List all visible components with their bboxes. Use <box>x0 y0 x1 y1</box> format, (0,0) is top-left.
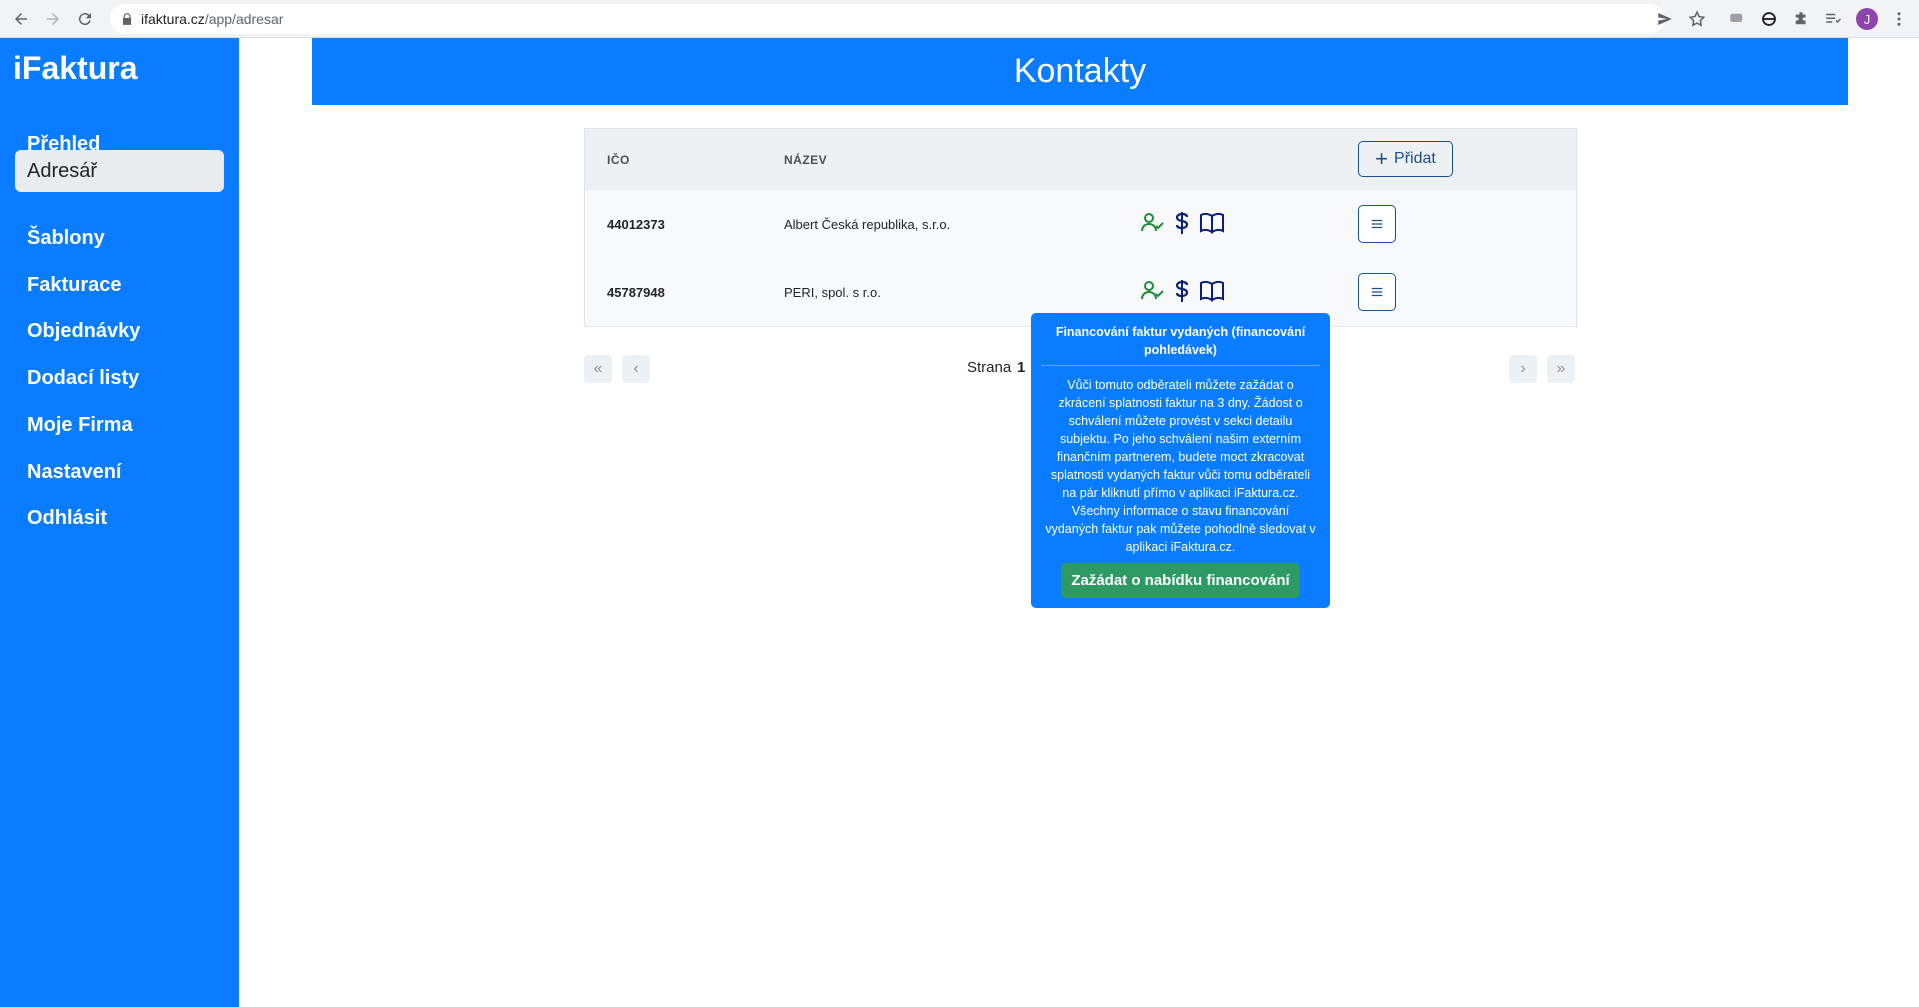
brand-logo[interactable]: iFaktura <box>13 50 137 87</box>
row-status-icons <box>1139 278 1225 304</box>
sidebar-item-objednavky[interactable]: Objednávky <box>15 310 224 352</box>
double-chevron-right-icon: » <box>1556 360 1566 377</box>
menu-icon <box>1371 287 1383 297</box>
sidebar-item-dodaci-listy[interactable]: Dodací listy <box>15 357 224 399</box>
row-ico: 44012373 <box>607 217 665 232</box>
sidebar-item-fakturace[interactable]: Fakturace <box>15 264 224 306</box>
tooltip-title: Financování faktur vydaných (financování… <box>1041 323 1320 366</box>
sidebar-item-moje-firma[interactable]: Moje Firma <box>15 404 224 446</box>
last-page-button[interactable]: » <box>1547 355 1575 383</box>
extension-sync-icon[interactable] <box>1759 9 1779 29</box>
bookmark-star-icon[interactable] <box>1687 9 1707 29</box>
reload-icon[interactable] <box>74 8 96 30</box>
forward-icon[interactable] <box>42 8 64 30</box>
sidebar-item-odhlasit[interactable]: Odhlásit <box>15 497 224 539</box>
sidebar-item-adresar[interactable]: Adresář <box>15 150 224 192</box>
first-page-button[interactable]: « <box>584 355 612 383</box>
extensions-puzzle-icon[interactable] <box>1791 9 1811 29</box>
current-page: 1 <box>1017 359 1026 376</box>
menu-icon <box>1371 219 1383 229</box>
url-text: ifaktura.cz/app/adresar <box>141 11 284 27</box>
plus-icon: + <box>1375 146 1389 171</box>
sidebar-item-nastaveni[interactable]: Nastavení <box>15 451 224 493</box>
address-bar[interactable]: ifaktura.cz/app/adresar <box>110 4 1665 34</box>
browser-menu-icon[interactable] <box>1889 9 1909 29</box>
user-check-icon[interactable] <box>1139 278 1165 304</box>
tooltip-body: Vůči tomuto odběrateli můžete zažádat o … <box>1045 378 1316 554</box>
extension-chat-icon[interactable] <box>1727 9 1747 29</box>
book-icon[interactable] <box>1199 210 1225 236</box>
reading-list-icon[interactable] <box>1823 9 1843 29</box>
chevron-right-icon: › <box>1520 360 1526 377</box>
browser-toolbar: ifaktura.cz/app/adresar J <box>0 0 1919 38</box>
column-header-ico: IČO <box>607 153 630 167</box>
book-icon[interactable] <box>1199 278 1225 304</box>
table-header: IČO NÁZEV + Přidat <box>585 129 1576 191</box>
add-button-label: Přidat <box>1394 150 1436 167</box>
sidebar-item-sablony[interactable]: Šablony <box>15 217 224 259</box>
next-page-button[interactable]: › <box>1509 355 1537 383</box>
financing-tooltip: Financování faktur vydaných (financování… <box>1031 313 1330 608</box>
contacts-table: IČO NÁZEV + Přidat 44012373 Albert Česká… <box>584 128 1577 327</box>
profile-avatar[interactable]: J <box>1856 8 1878 30</box>
double-chevron-left-icon: « <box>593 360 603 377</box>
back-icon[interactable] <box>10 8 32 30</box>
send-icon[interactable] <box>1655 9 1675 29</box>
dollar-icon[interactable] <box>1169 278 1195 304</box>
chevron-left-icon: ‹ <box>633 360 639 377</box>
row-menu-button[interactable] <box>1358 273 1396 311</box>
prev-page-button[interactable]: ‹ <box>622 355 650 383</box>
page-title: Kontakty <box>312 38 1848 105</box>
column-header-nazev: NÁZEV <box>784 153 828 167</box>
table-row: 44012373 Albert Česká republika, s.r.o. <box>585 190 1576 259</box>
row-name: PERI, spol. s r.o. <box>784 285 881 300</box>
user-check-icon[interactable] <box>1139 210 1165 236</box>
row-ico: 45787948 <box>607 285 665 300</box>
request-financing-button[interactable]: Zažádat o nabídku financování <box>1061 563 1300 598</box>
page-label: Strana <box>967 359 1012 376</box>
row-status-icons <box>1139 210 1225 236</box>
row-name: Albert Česká republika, s.r.o. <box>784 217 951 232</box>
sidebar: iFaktura Přehled Adresář Šablony Faktura… <box>0 38 239 1007</box>
dollar-icon[interactable] <box>1169 210 1195 236</box>
add-contact-button[interactable]: + Přidat <box>1358 141 1453 177</box>
lock-icon <box>122 13 132 25</box>
row-menu-button[interactable] <box>1358 205 1396 243</box>
